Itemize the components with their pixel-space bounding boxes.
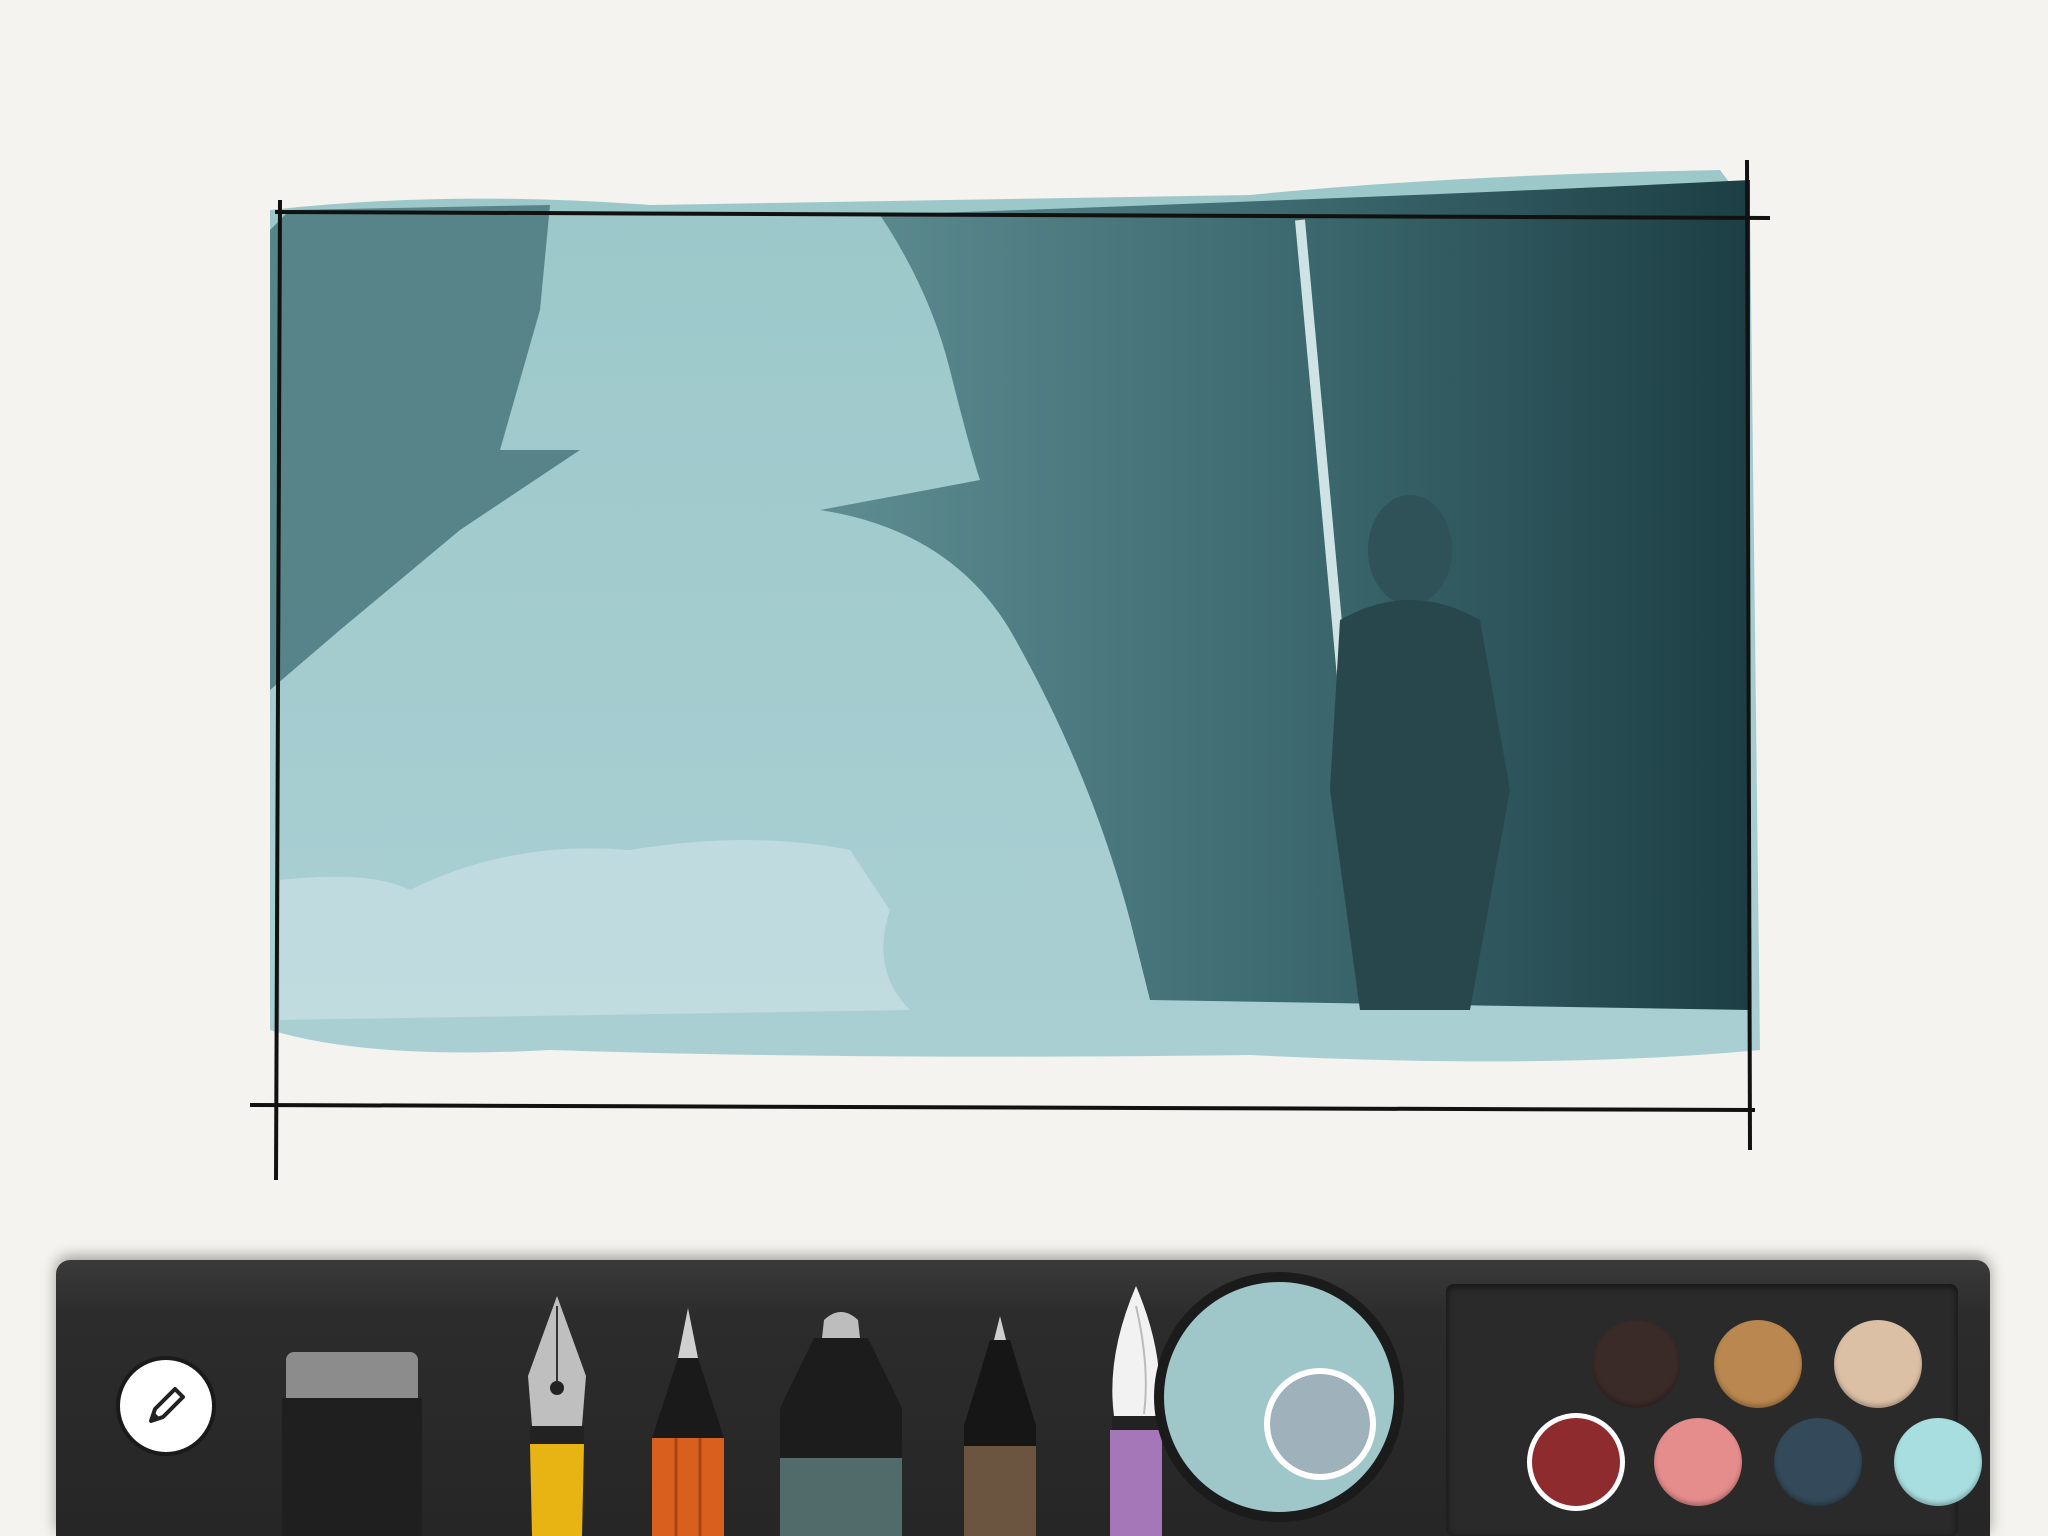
- palette-swatch[interactable]: [1774, 1418, 1862, 1506]
- color-palette: [1446, 1284, 1982, 1536]
- eraser-icon[interactable]: [282, 1346, 422, 1536]
- storyboard-sketch: [250, 159, 1771, 1181]
- marker-icon[interactable]: [780, 1308, 902, 1536]
- palette-swatch[interactable]: [1894, 1418, 1982, 1506]
- palette-swatch[interactable]: [1532, 1418, 1620, 1506]
- outline-pen-icon[interactable]: [960, 1316, 1040, 1536]
- pencil-icon[interactable]: [120, 1360, 212, 1452]
- palette-swatch[interactable]: [1834, 1320, 1922, 1408]
- palette-swatch[interactable]: [1654, 1418, 1742, 1506]
- tool-tray: [56, 1260, 1990, 1536]
- palette-swatch[interactable]: [1592, 1320, 1680, 1408]
- previous-color-swatch[interactable]: [1264, 1368, 1376, 1480]
- pencil-tool-icon[interactable]: [648, 1308, 728, 1536]
- color-mixer[interactable]: [1154, 1272, 1404, 1522]
- palette-swatch[interactable]: [1714, 1320, 1802, 1408]
- drawing-canvas[interactable]: [0, 0, 2048, 1250]
- fountain-pen-icon[interactable]: [522, 1296, 592, 1536]
